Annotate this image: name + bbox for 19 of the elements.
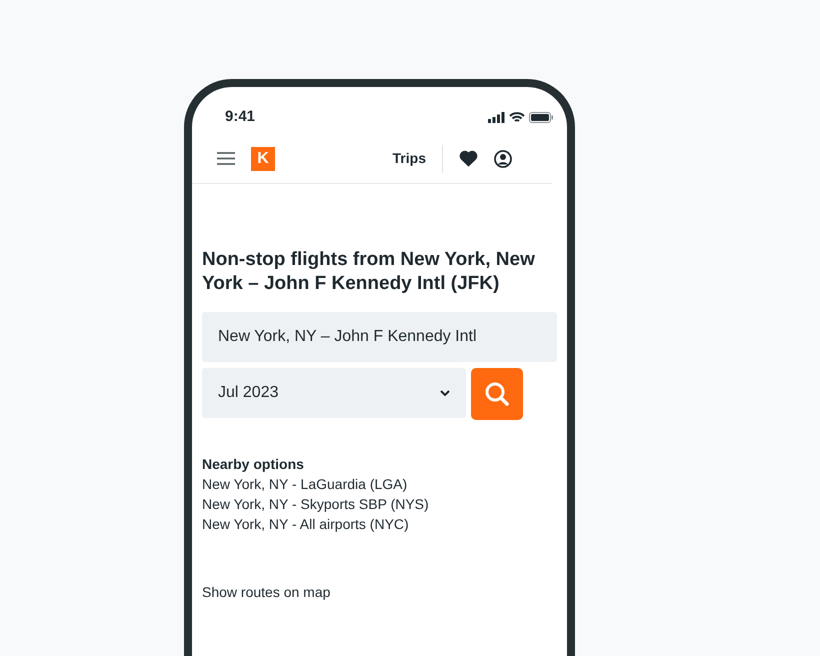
nearby-airport-link[interactable]: New York, NY - LaGuardia (LGA) (202, 474, 557, 494)
date-select[interactable]: Jul 2023 (202, 368, 466, 418)
page-title: Non-stop flights from New York, New York – John F Kennedy Intl (JFK) (202, 248, 536, 296)
nearby-airport-link[interactable]: New York, NY - Skyports SBP (NYS) (202, 494, 557, 514)
wifi-icon (509, 112, 525, 122)
account-icon[interactable] (494, 150, 512, 168)
signal-icon (488, 112, 505, 122)
battery-icon (529, 112, 553, 122)
menu-icon[interactable] (217, 152, 235, 165)
nearby-airport-link[interactable]: New York, NY - All airports (NYC) (202, 514, 557, 534)
show-routes-link[interactable]: Show routes on map (202, 582, 557, 602)
nearby-heading: Nearby options (202, 455, 305, 474)
heart-icon[interactable] (459, 150, 478, 167)
search-icon (484, 381, 510, 407)
status-time: 9:41 (225, 106, 256, 127)
search-button[interactable] (471, 368, 523, 420)
trips-link[interactable]: Trips (392, 148, 426, 169)
origin-field[interactable]: New York, NY – John F Kennedy Intl (202, 312, 557, 362)
chevron-down-icon (440, 390, 450, 396)
